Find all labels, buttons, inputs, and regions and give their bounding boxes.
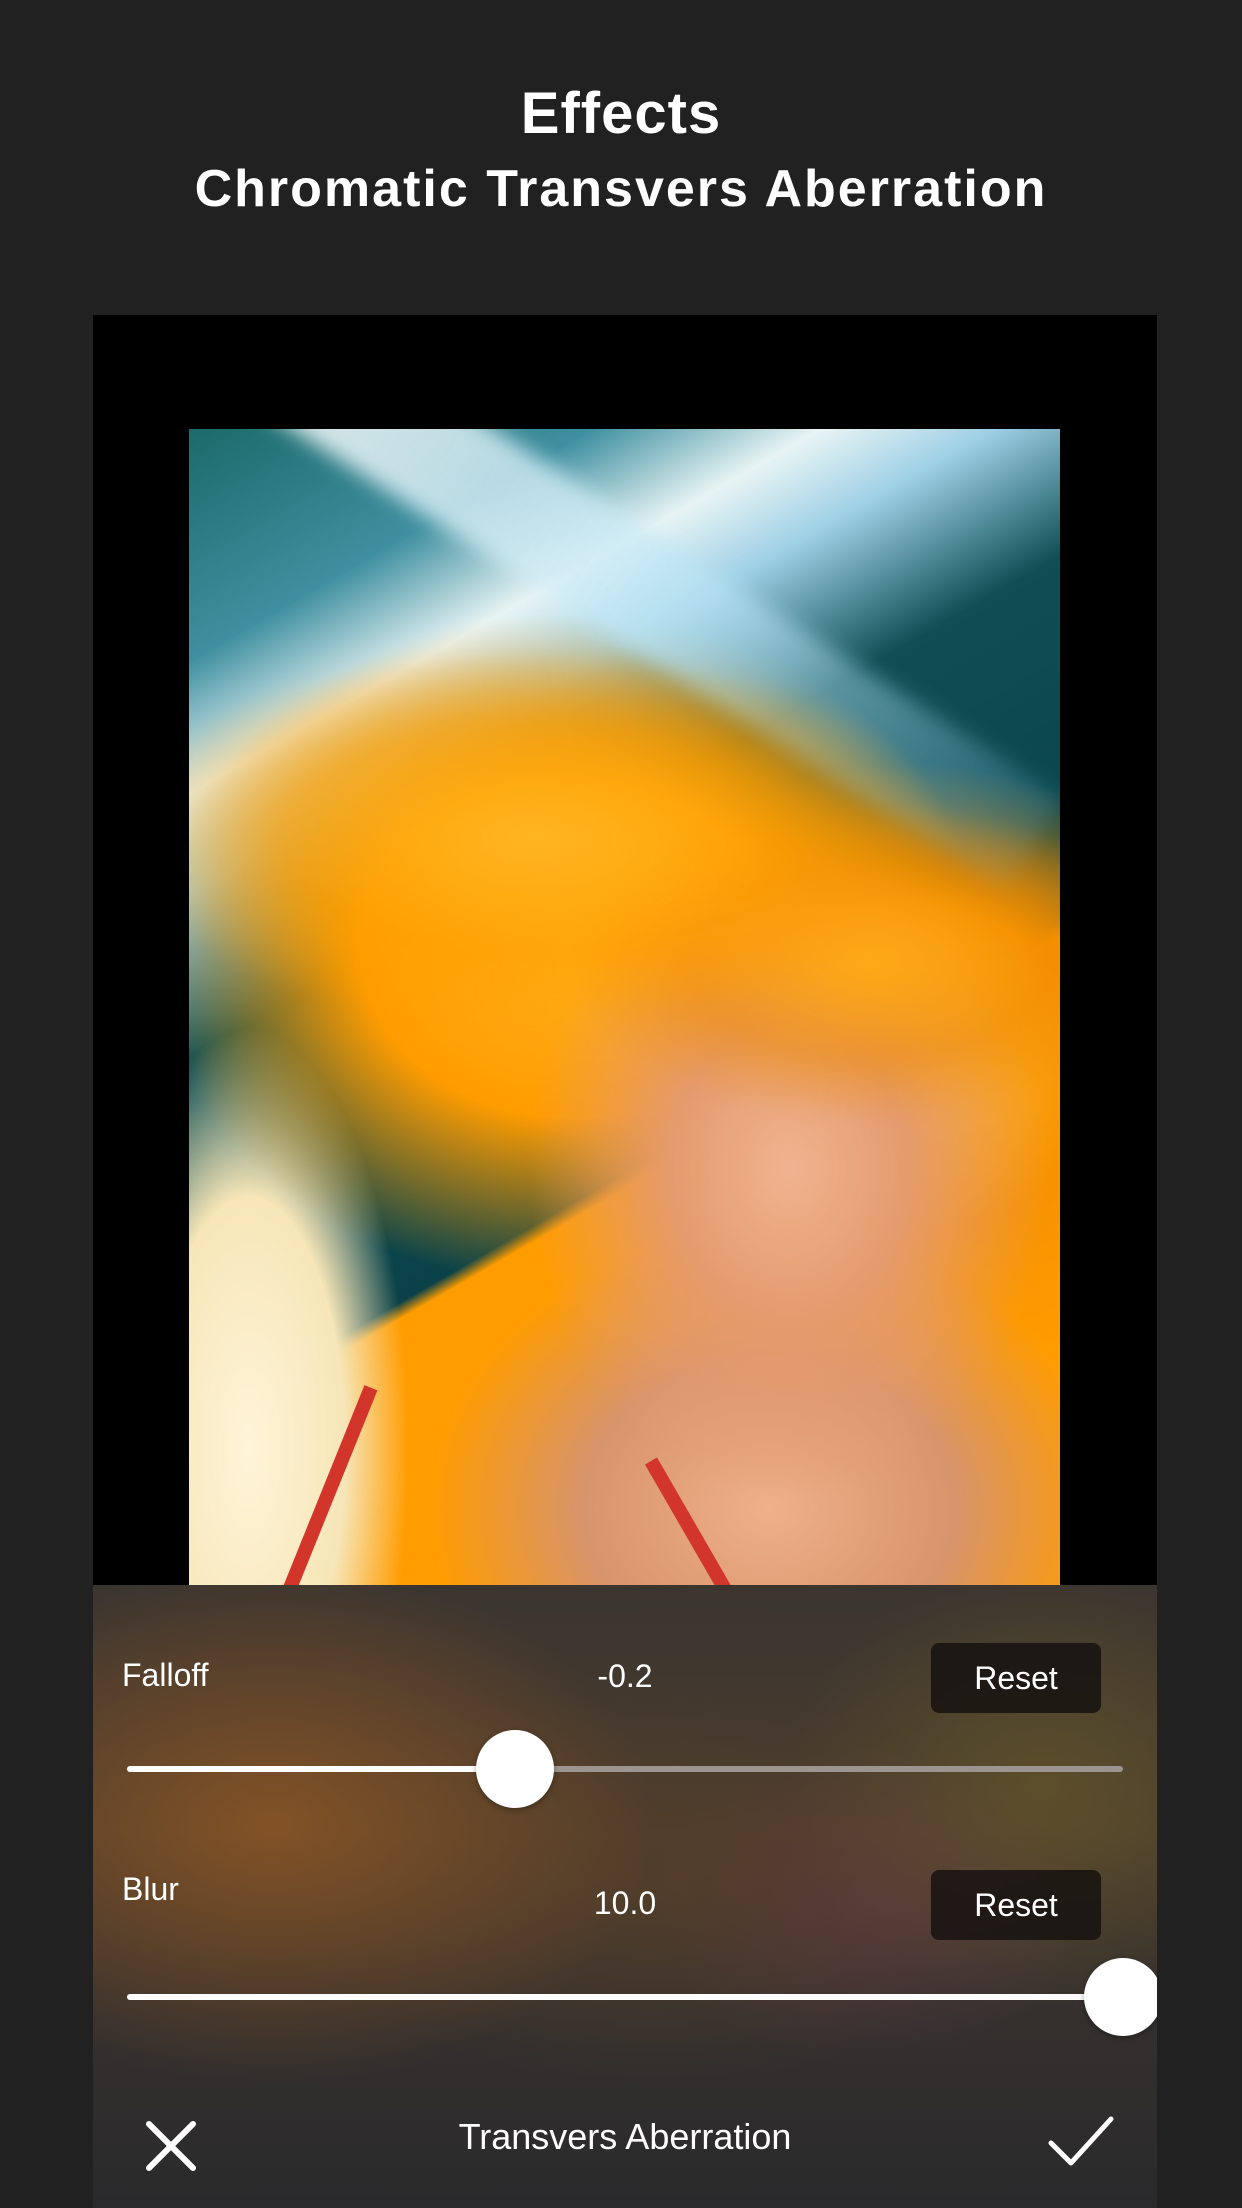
falloff-reset-button[interactable]: Reset: [931, 1643, 1101, 1713]
falloff-slider-thumb[interactable]: [476, 1730, 555, 1808]
blur-slider[interactable]: [127, 1957, 1157, 2037]
falloff-slider-fill: [127, 1766, 516, 1772]
photo-detail-left: [274, 1385, 378, 1585]
blur-label: Blur: [122, 1871, 179, 1907]
falloff-slider[interactable]: [127, 1729, 1123, 1809]
blur-slider-fill: [127, 1994, 1123, 2000]
photo-canvas[interactable]: [93, 315, 1157, 1585]
blur-reset-button[interactable]: Reset: [931, 1870, 1101, 1940]
falloff-value: -0.2: [597, 1658, 653, 1694]
blur-slider-thumb[interactable]: [1084, 1958, 1157, 2036]
adjustment-panel: Falloff -0.2 Reset Blur 10.0 Reset Trans…: [93, 1585, 1157, 2208]
photo-detail-right: [644, 1457, 748, 1585]
photo-preview[interactable]: [189, 429, 1060, 1585]
confirm-button[interactable]: [1041, 2101, 1121, 2181]
photo-hair: [189, 589, 1060, 1209]
blur-value: 10.0: [593, 1885, 657, 1921]
falloff-label: Falloff: [122, 1657, 209, 1693]
toolbar-title: Transvers Aberration: [458, 2116, 792, 2157]
page-title: Effects: [520, 81, 722, 146]
effect-name: Chromatic Transvers Aberration: [194, 160, 1048, 218]
checkmark-icon: [1048, 2116, 1114, 2166]
